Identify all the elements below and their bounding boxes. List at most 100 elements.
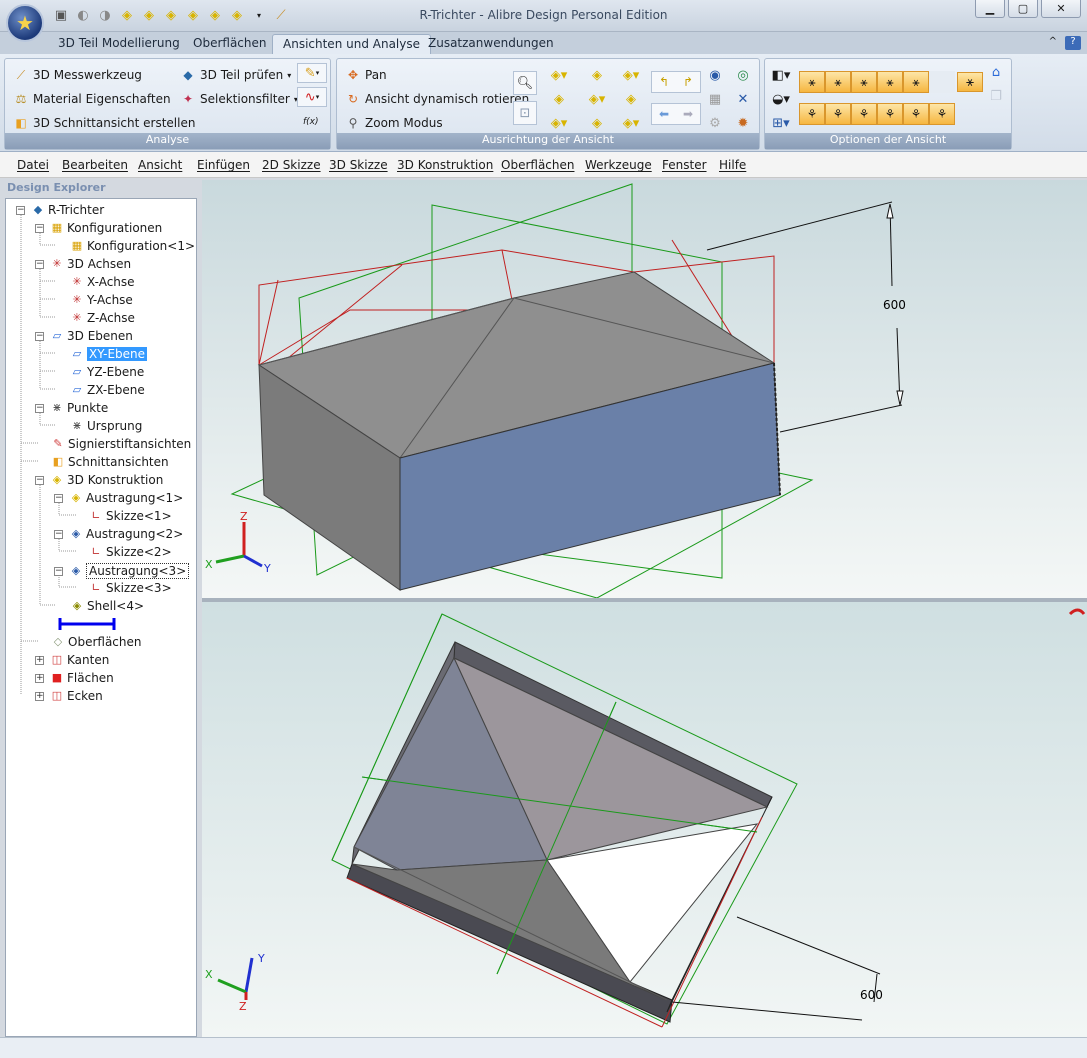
tree-node-3d-ebenen[interactable]: − ▱ 3D Ebenen (35, 329, 133, 343)
selection-filter-button[interactable]: ✦ Selektionsfilter ▾ (180, 91, 298, 107)
constraint-icon[interactable]: ⚙ (705, 113, 725, 133)
expand-icon[interactable]: + (35, 673, 44, 683)
zoom-window-icon[interactable]: ⊡ (513, 101, 537, 125)
tree-node-austragung1[interactable]: − ◈ Austragung<1> (54, 491, 183, 505)
rollback-marker[interactable] (56, 616, 120, 632)
toggle-icon[interactable]: ⚹ (877, 71, 903, 93)
tree-node-skizze2[interactable]: ∟ Skizze<2> (89, 545, 171, 559)
pan-button[interactable]: ✥ Pan (345, 67, 387, 83)
rotate-button[interactable]: ↻ Ansicht dynamisch rotieren (345, 91, 529, 107)
tab-oberflaechen[interactable]: Oberflächen (183, 34, 276, 54)
tree-node-flaechen[interactable]: + ■ Flächen (35, 671, 114, 685)
view-cube-icon[interactable]: ◈ (587, 65, 607, 85)
collapse-icon[interactable]: − (16, 205, 25, 215)
tree-node-punkte[interactable]: − ⋇ Punkte (35, 401, 108, 415)
light-icon[interactable]: ✹ (733, 113, 753, 133)
toggle-icon[interactable]: ⚹ (957, 72, 983, 92)
view-cube-icon[interactable]: ◈ (621, 89, 641, 109)
tab-3d-teil[interactable]: 3D Teil Modellierung (48, 34, 190, 54)
collapse-icon[interactable]: − (35, 475, 44, 485)
toggle-icon[interactable]: ⚘ (929, 103, 955, 125)
toggle-icon[interactable]: ⚘ (825, 103, 851, 125)
tree-node-x-achse[interactable]: ✳ X-Achse (70, 275, 134, 289)
viewport-bottom[interactable]: 600 Y X Z (202, 602, 1087, 1037)
toggle-icon[interactable]: ⚘ (799, 103, 825, 125)
toggle-icon[interactable]: ⚘ (851, 103, 877, 125)
turn-left-icon[interactable]: ↰ (659, 75, 669, 89)
menu-hilfe[interactable]: Hilfe (719, 158, 746, 172)
collapse-icon[interactable]: − (35, 331, 44, 341)
menu-einfuegen[interactable]: Einfügen (197, 158, 250, 172)
curve-icon[interactable]: ∿ ▾ (297, 87, 327, 107)
tree-node-shell4[interactable]: ◈ Shell<4> (70, 599, 144, 613)
fx-label[interactable]: f(x) (303, 117, 319, 127)
view-cube-icon[interactable]: ◈▾ (549, 113, 569, 133)
toggle-icon[interactable]: ⚘ (903, 103, 929, 125)
menu-bearbeiten[interactable]: Bearbeiten (62, 158, 128, 172)
tree-node-austragung2[interactable]: − ◈ Austragung<2> (54, 527, 183, 541)
tree-node-austragung3[interactable]: − ◈ Austragung<3> (54, 563, 190, 579)
collapse-ribbon-icon[interactable]: ^ (1049, 36, 1057, 47)
section-grid-icon[interactable]: ⊞▾ (771, 113, 791, 133)
tab-ansichten[interactable]: Ansichten und Analyse (272, 34, 431, 54)
expand-icon[interactable]: + (35, 655, 44, 665)
viewport-top[interactable]: 600 Z X Y (202, 180, 1087, 599)
toggle-icon[interactable]: ⚹ (825, 71, 851, 93)
toggle-icon[interactable] (929, 71, 955, 93)
measure-button[interactable]: ⟋ 3D Messwerkzeug (13, 67, 142, 83)
turn-right-icon[interactable]: ↱ (683, 75, 693, 89)
rotate-view-icon[interactable] (1068, 608, 1086, 616)
home-icon[interactable]: ⌂ (986, 62, 1006, 82)
collapse-icon[interactable]: − (35, 403, 44, 413)
tree-node-oberflaechen[interactable]: ◇ Oberflächen (51, 635, 142, 649)
collapse-icon[interactable]: − (54, 566, 63, 576)
tree-node-root[interactable]: − ◆ R-Trichter (16, 203, 104, 217)
tree-node-3d-konstruktion[interactable]: − ◈ 3D Konstruktion (35, 473, 163, 487)
collapse-icon[interactable]: − (35, 259, 44, 269)
view-cube-icon[interactable]: ◈▾ (587, 89, 607, 109)
hide-icon[interactable]: ✕ (733, 89, 753, 109)
menu-3d-skizze[interactable]: 3D Skizze (329, 158, 388, 172)
menu-ansicht[interactable]: Ansicht (138, 158, 182, 172)
tree-node-z-achse[interactable]: ✳ Z-Achse (70, 311, 135, 325)
menu-werkzeuge[interactable]: Werkzeuge (585, 158, 652, 172)
collapse-icon[interactable]: − (35, 223, 44, 233)
tree-node-ecken[interactable]: + ◫ Ecken (35, 689, 103, 703)
tree-node-zx-ebene[interactable]: ▱ ZX-Ebene (70, 383, 145, 397)
check-part-button[interactable]: ◆ 3D Teil prüfen ▾ (180, 67, 291, 83)
menu-2d-skizze[interactable]: 2D Skizze (262, 158, 321, 172)
menu-datei[interactable]: Datei (17, 158, 49, 172)
tree-node-kanten[interactable]: + ◫ Kanten (35, 653, 109, 667)
tree-node-xy-ebene[interactable]: ▱ XY-Ebene (70, 347, 148, 361)
grid-icon[interactable]: ▦ (705, 89, 725, 109)
tree-node-ursprung[interactable]: ⋇ Ursprung (70, 419, 142, 433)
back-arrow-icon[interactable]: ⬅ (659, 107, 669, 121)
view-cube-icon[interactable]: ◈▾ (621, 113, 641, 133)
view-cube-icon[interactable]: ◈ (549, 89, 569, 109)
tab-zusatz[interactable]: Zusatzanwendungen (418, 34, 564, 54)
tree-node-konfigurationen[interactable]: − ▦ Konfigurationen (35, 221, 162, 235)
magnifier-icon[interactable]: 🔍︎ (513, 71, 537, 95)
windows-icon[interactable]: ❐ (986, 86, 1006, 106)
dimension-value-bottom[interactable]: 600 (860, 988, 883, 1002)
dimension-value-top[interactable]: 600 (883, 298, 906, 312)
material-button[interactable]: ⚖ Material Eigenschaften (13, 91, 171, 107)
view-cube-icon[interactable]: ◈▾ (549, 65, 569, 85)
visible-icon[interactable]: ◎ (733, 65, 753, 85)
minimize-button[interactable]: ▁ (975, 0, 1005, 18)
collapse-icon[interactable]: − (54, 529, 63, 539)
toggle-icon[interactable]: ⚹ (903, 71, 929, 93)
forward-arrow-icon[interactable]: ➡ (683, 107, 693, 121)
tree-node-y-achse[interactable]: ✳ Y-Achse (70, 293, 132, 307)
menu-fenster[interactable]: Fenster (662, 158, 707, 172)
section-button[interactable]: ◧ 3D Schnittansicht erstellen (13, 115, 195, 131)
view-cube-icon[interactable]: ◈ (587, 113, 607, 133)
pencil-icon[interactable]: ✎ ▾ (297, 63, 327, 83)
tree-node-3d-achsen[interactable]: − ✳ 3D Achsen (35, 257, 131, 271)
view-cube-icon[interactable]: ◈▾ (621, 65, 641, 85)
menu-3d-konstruktion[interactable]: 3D Konstruktion (397, 158, 493, 172)
toggle-icon[interactable]: ⚘ (877, 103, 903, 125)
zoom-button[interactable]: ⚲ Zoom Modus (345, 115, 443, 131)
maximize-button[interactable]: ▢ (1008, 0, 1038, 18)
shading-icon[interactable]: ◒▾ (771, 89, 791, 109)
